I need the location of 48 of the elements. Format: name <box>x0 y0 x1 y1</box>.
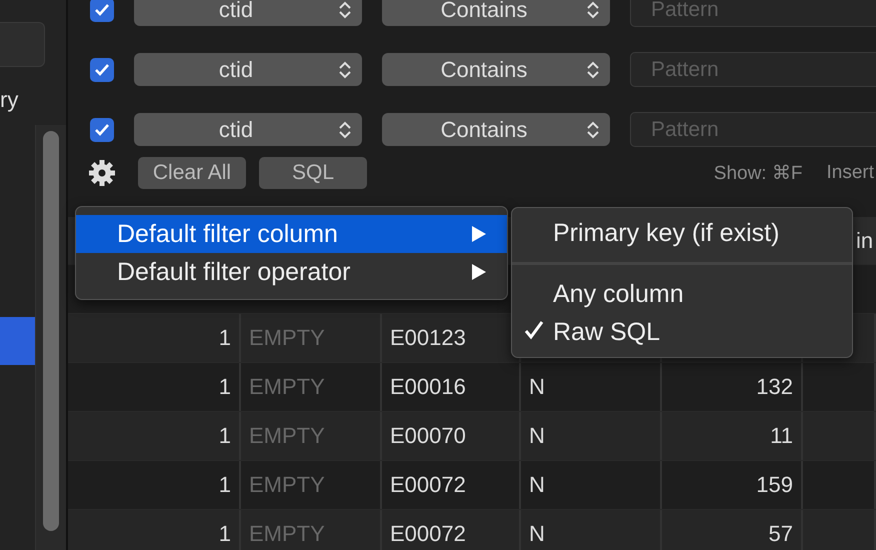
pattern-field[interactable]: Pattern <box>630 0 876 27</box>
pattern-field[interactable]: Pattern <box>630 52 876 87</box>
chevron-up-down-icon <box>338 60 352 80</box>
menu-item[interactable]: Default filter operator <box>76 253 507 291</box>
scrollbar-thumb[interactable] <box>43 131 60 531</box>
pattern-field[interactable]: Pattern <box>630 112 876 147</box>
table-cell: N <box>521 510 662 550</box>
table-cell: 1 <box>68 412 241 460</box>
column-popup[interactable]: ctid <box>134 53 362 86</box>
insert-label: Insert <box>826 162 874 184</box>
checkmark-icon <box>94 62 110 76</box>
toolbar-button[interactable]: Clear All <box>138 157 246 189</box>
operator-popup[interactable]: Contains <box>382 113 610 146</box>
table-cell: E00072 <box>382 510 521 550</box>
table-cell: EMPTY <box>241 314 382 362</box>
sidebar-label: ry <box>0 86 20 114</box>
settings-icon[interactable] <box>88 159 116 187</box>
menu-item[interactable]: Primary key (if exist) <box>512 214 852 252</box>
table-cell: 1 <box>68 314 241 362</box>
chevron-up-down-icon <box>586 120 600 140</box>
checkbox[interactable] <box>90 118 114 142</box>
table-cell: 11 <box>662 412 803 460</box>
checkbox[interactable] <box>90 58 114 82</box>
chevron-up-down-icon <box>586 60 600 80</box>
menu-item[interactable]: Default filter column <box>76 215 507 253</box>
chevron-up-down-icon <box>586 0 600 20</box>
chevron-up-down-icon <box>338 0 352 20</box>
shortcut-hint: Show: ⌘F <box>714 162 802 185</box>
toolbar-button[interactable]: SQL <box>259 157 367 189</box>
table-cell: EMPTY <box>241 510 382 550</box>
table-cell: 1 <box>68 510 241 550</box>
table-cell: N <box>521 412 662 460</box>
checkmark-icon <box>94 2 110 16</box>
operator-popup[interactable]: Contains <box>382 53 610 86</box>
chevron-up-down-icon <box>338 120 352 140</box>
menu-item[interactable]: Any column <box>512 275 852 313</box>
table-cell: E00070 <box>382 412 521 460</box>
column-popup[interactable]: ctid <box>134 0 362 26</box>
column-popup[interactable]: ctid <box>134 113 362 146</box>
checkmark-icon <box>94 122 110 136</box>
submenu-arrow-icon <box>471 263 487 281</box>
column-header[interactable]: in <box>856 228 874 254</box>
checkbox[interactable] <box>90 0 114 22</box>
submenu-arrow-icon <box>471 225 487 243</box>
operator-popup[interactable]: Contains <box>382 0 610 26</box>
checkmark-icon <box>524 320 544 340</box>
table-cell: 57 <box>662 510 803 550</box>
table-cell: EMPTY <box>241 412 382 460</box>
